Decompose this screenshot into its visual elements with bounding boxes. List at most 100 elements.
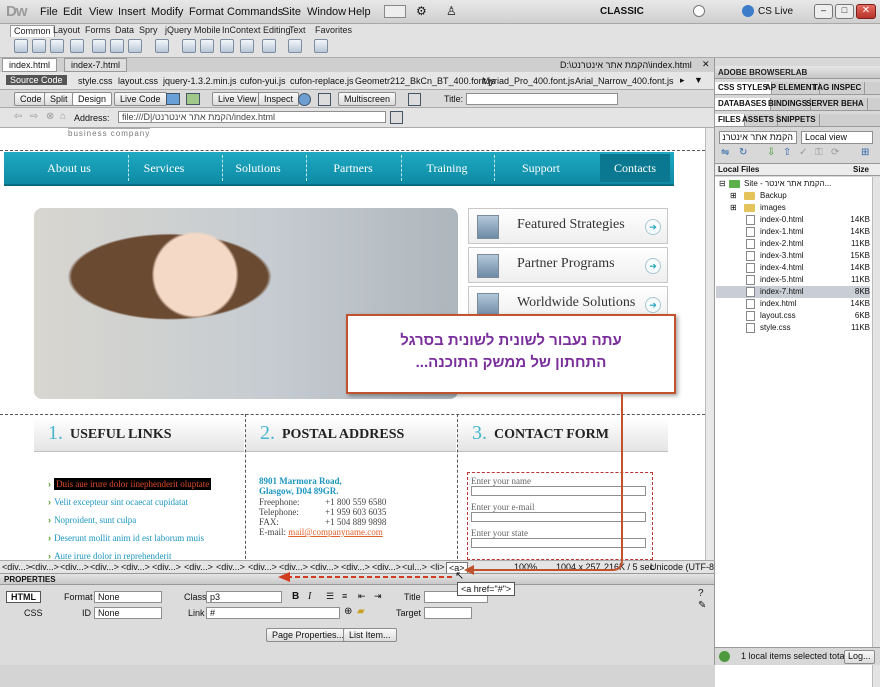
menu-edit[interactable]: Edit — [63, 6, 82, 18]
get-files-icon[interactable]: ⇩ — [767, 147, 775, 158]
anchor-icon[interactable] — [50, 39, 64, 53]
file-row[interactable]: index-3.html 15KB — [716, 250, 870, 262]
col-size[interactable]: Size — [853, 165, 869, 174]
nav-partners[interactable]: Partners — [306, 161, 400, 176]
browse-address-icon[interactable] — [390, 111, 403, 124]
live-view-options-icon[interactable] — [186, 93, 200, 105]
indent-icon[interactable]: ⇥ — [374, 591, 382, 602]
search-icon[interactable] — [693, 5, 705, 17]
forward-icon[interactable]: ⇨ — [30, 111, 38, 122]
menu-view[interactable]: View — [89, 6, 113, 18]
file-row[interactable]: ⊞ Backup — [716, 190, 870, 202]
connect-icon[interactable]: ⇋ — [721, 147, 729, 158]
help-icon[interactable]: ? — [698, 588, 704, 599]
related-file[interactable]: layout.css — [118, 76, 158, 86]
collapse-icon[interactable]: ⊟ — [719, 179, 726, 188]
tag-selector[interactable]: <li> — [430, 562, 445, 572]
script-icon[interactable] — [262, 39, 276, 53]
checkin-icon[interactable]: ⚿ — [815, 147, 823, 158]
quick-tag-editor-icon[interactable]: ✎ — [698, 600, 706, 611]
site-root[interactable]: ⊟ Site - הקמת אתר אינטר... — [716, 178, 870, 190]
ordered-list-icon[interactable]: ≡ — [342, 591, 347, 601]
file-row[interactable]: index-2.html 11KB — [716, 238, 870, 250]
related-file[interactable]: Geometr212_BkCn_BT_400.font.js — [355, 76, 495, 86]
tag-selector[interactable]: <div...> — [2, 562, 31, 572]
gear-icon[interactable]: ⚙ — [416, 4, 427, 18]
link[interactable]: Velit excepteur sint ocaecat cupidatat — [54, 497, 188, 507]
layout-icon[interactable] — [384, 5, 406, 18]
menu-modify[interactable]: Modify — [151, 6, 183, 18]
file-row[interactable]: style.css 11KB — [716, 322, 870, 334]
tab-index-7-html[interactable]: index-7.html — [64, 58, 128, 72]
tag-selector[interactable]: <ul...> — [402, 562, 427, 572]
italic-button[interactable]: I — [308, 591, 311, 602]
email-link[interactable]: mail@companyname.com — [288, 527, 383, 537]
tab-index-html[interactable]: index.html — [2, 58, 58, 72]
id-select[interactable]: None — [94, 607, 162, 619]
tag-selector[interactable]: <div...> — [279, 562, 308, 572]
folder-icon[interactable]: ▰ — [357, 606, 365, 617]
scroll-right-icon[interactable]: ▸ — [680, 75, 685, 86]
close-document-icon[interactable]: ✕ — [702, 59, 710, 70]
head-icon[interactable] — [240, 39, 254, 53]
expand-icon[interactable]: ⊞ — [730, 203, 737, 212]
cs-live-label[interactable]: CS Live — [758, 6, 793, 17]
tag-selector[interactable]: <div...> — [152, 562, 181, 572]
nav-about-us[interactable]: About us — [22, 161, 116, 176]
related-file[interactable]: cufon-replace.js — [290, 76, 354, 86]
ssi-icon[interactable] — [200, 39, 214, 53]
tag-selector[interactable]: <div...> — [372, 562, 401, 572]
insert-tab-favorites[interactable]: Favorites — [312, 25, 355, 37]
link[interactable]: Noproident, sunt culpa — [54, 515, 136, 525]
expand-panel-icon[interactable]: ⊞ — [861, 147, 869, 158]
comment-icon[interactable] — [220, 39, 234, 53]
tag-selector[interactable]: <div...> — [341, 562, 370, 572]
live-code-button[interactable]: Live Code — [114, 92, 167, 106]
email-link-icon[interactable] — [32, 39, 46, 53]
design-view-button[interactable]: Design — [72, 92, 113, 106]
insert-tab-data[interactable]: Data — [112, 25, 137, 37]
workspace-switcher[interactable]: CLASSIC — [600, 6, 644, 17]
insert-tab-forms[interactable]: Forms — [82, 25, 114, 37]
menu-site[interactable]: Site — [282, 6, 301, 18]
menu-format[interactable]: Format — [189, 6, 224, 18]
file-row[interactable]: index-5.html 11KB — [716, 274, 870, 286]
insert-tab-jquery-mobile[interactable]: jQuery Mobile — [162, 25, 224, 37]
menu-window[interactable]: Window — [307, 6, 346, 18]
visual-aids-icon[interactable] — [408, 93, 421, 106]
insert-tab-layout[interactable]: Layout — [50, 25, 83, 37]
refresh-icon[interactable] — [318, 93, 331, 106]
zoom-level[interactable]: 100% — [514, 562, 537, 572]
related-file[interactable]: style.css — [78, 76, 113, 86]
nav-solutions[interactable]: Solutions — [211, 161, 305, 176]
insert-tab-common[interactable]: Common — [10, 25, 55, 37]
browser-compat-icon[interactable] — [166, 93, 180, 105]
bold-button[interactable]: B — [292, 591, 299, 602]
nav-contacts[interactable]: Contacts — [588, 161, 682, 176]
tab-server-behaviors[interactable]: SERVER BEHA — [803, 98, 868, 110]
menu-file[interactable]: File — [40, 6, 58, 18]
site-select[interactable]: הקמת אתר אינטרנ — [719, 131, 797, 144]
expand-icon[interactable]: ⊞ — [730, 191, 737, 200]
link[interactable]: Aute irure dolor in reprehenderit — [54, 551, 171, 560]
insert-tab-spry[interactable]: Spry — [136, 25, 161, 37]
feature-item[interactable]: Featured Strategies ➔ — [468, 208, 668, 244]
log-button[interactable]: Log... — [844, 650, 875, 664]
tag-chooser-icon[interactable] — [314, 39, 328, 53]
file-tree-scrollbar[interactable] — [872, 177, 880, 687]
css-mode-button[interactable]: CSS — [24, 608, 43, 618]
col-local-files[interactable]: Local Files — [718, 165, 759, 174]
file-row[interactable]: index-4.html 14KB — [716, 262, 870, 274]
tab-databases[interactable]: DATABASES — [715, 98, 771, 110]
document-title-input[interactable] — [466, 93, 618, 105]
media-icon[interactable] — [155, 39, 169, 53]
live-view-button[interactable]: Live View — [212, 92, 263, 106]
nav-services[interactable]: Services — [117, 161, 211, 176]
related-file[interactable]: Myriad_Pro_400.font.js — [482, 76, 575, 86]
tab-tag-inspector[interactable]: TAG INSPEC — [810, 82, 866, 94]
put-files-icon[interactable]: ⇧ — [783, 147, 791, 158]
window-size[interactable]: 1004 x 257 — [556, 562, 601, 572]
design-scrollbar[interactable] — [705, 128, 714, 560]
link-input[interactable]: # — [206, 607, 340, 619]
tag-selector[interactable]: <div...> — [121, 562, 150, 572]
